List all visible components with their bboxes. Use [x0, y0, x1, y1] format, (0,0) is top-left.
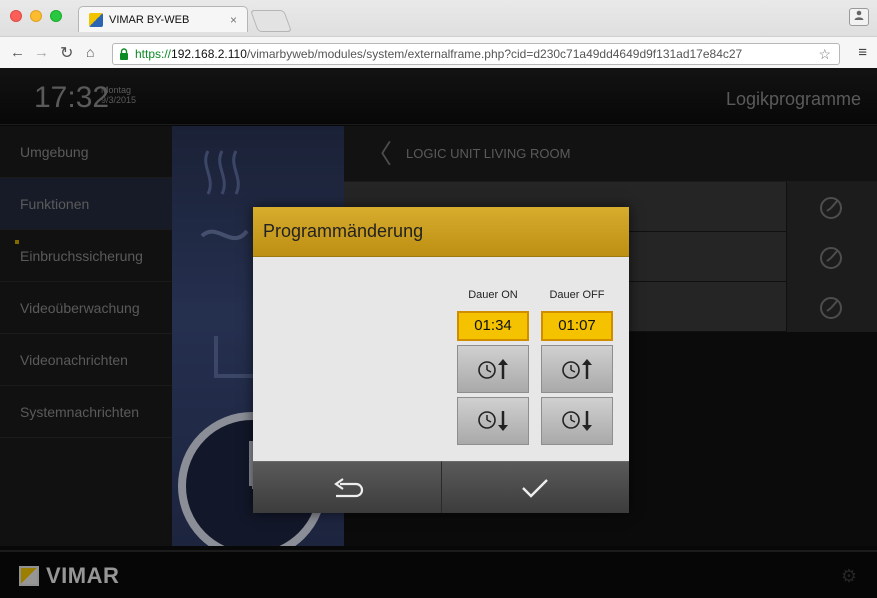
- browser-tab[interactable]: VIMAR BY-WEB ×: [78, 6, 248, 32]
- home-icon[interactable]: ⌂: [86, 44, 94, 60]
- url-scheme: https://: [135, 47, 172, 61]
- duration-off-decrease-button[interactable]: [541, 397, 613, 445]
- window-controls: [10, 10, 62, 22]
- tab-close-icon[interactable]: ×: [230, 13, 237, 27]
- timer-up-icon: [562, 359, 592, 379]
- lock-icon: [120, 48, 128, 60]
- new-tab-button[interactable]: [249, 10, 293, 32]
- tab-title: VIMAR BY-WEB: [109, 13, 190, 26]
- forward-nav-icon[interactable]: →: [34, 44, 49, 61]
- browser-chrome: VIMAR BY-WEB × ← → ↻ ⌂ https://192.168.2…: [0, 0, 877, 68]
- address-bar[interactable]: https://192.168.2.110/vimarbyweb/modules…: [112, 43, 840, 65]
- vimar-favicon-icon: [89, 12, 103, 27]
- duration-off-label: Dauer OFF: [549, 289, 605, 301]
- program-change-dialog: Programmänderung Dauer ON 01:34 Dauer OF…: [253, 207, 629, 513]
- minimize-window-button[interactable]: [30, 10, 42, 22]
- duration-on-column: Dauer ON 01:34: [457, 289, 529, 445]
- duration-off-increase-button[interactable]: [541, 345, 613, 393]
- duration-on-label: Dauer ON: [468, 289, 518, 301]
- close-window-button[interactable]: [10, 10, 22, 22]
- profile-icon[interactable]: [849, 8, 869, 26]
- back-arrow-icon: [333, 477, 363, 497]
- duration-off-value: 01:07: [541, 311, 613, 341]
- back-nav-icon[interactable]: ←: [10, 44, 25, 61]
- duration-on-value: 01:34: [457, 311, 529, 341]
- duration-on-increase-button[interactable]: [457, 345, 529, 393]
- timer-down-icon: [478, 411, 508, 431]
- url-host: 192.168.2.110: [171, 47, 247, 61]
- cancel-back-button[interactable]: [253, 461, 441, 513]
- maximize-window-button[interactable]: [50, 10, 62, 22]
- menu-icon[interactable]: ≡: [858, 44, 867, 61]
- reload-icon[interactable]: ↻: [60, 43, 73, 63]
- bookmark-star-icon[interactable]: ☆: [818, 44, 831, 64]
- timer-down-icon: [562, 411, 592, 431]
- dialog-title: Programmänderung: [253, 207, 629, 257]
- duration-off-column: Dauer OFF 01:07: [541, 289, 613, 445]
- duration-on-decrease-button[interactable]: [457, 397, 529, 445]
- checkmark-icon: [522, 478, 549, 498]
- timer-up-icon: [478, 359, 508, 379]
- dialog-footer: [253, 461, 629, 513]
- browser-toolbar: ← → ↻ ⌂ https://192.168.2.110/vimarbyweb…: [0, 36, 877, 68]
- url-path: /vimarbyweb/modules/system/externalframe…: [246, 47, 743, 61]
- confirm-button[interactable]: [440, 461, 629, 513]
